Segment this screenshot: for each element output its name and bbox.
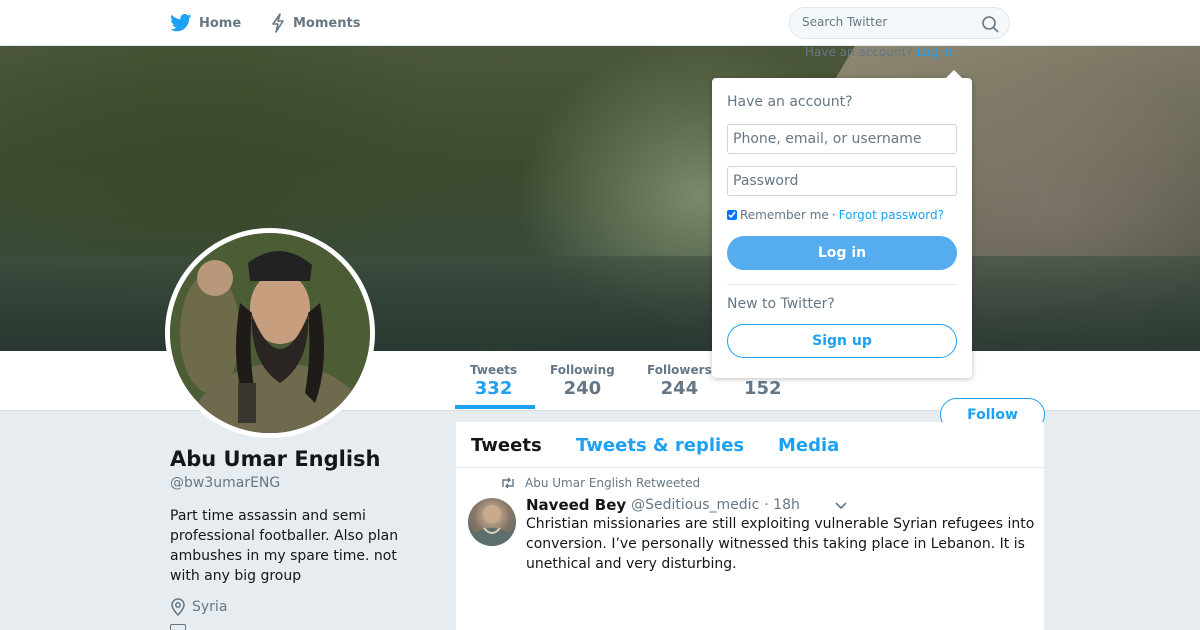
tweet-avatar-portrait [470,505,514,546]
stat-tweets-label: Tweets [470,363,518,377]
header-login-link[interactable]: Log in [916,45,952,59]
profile-name[interactable]: Abu Umar English [170,447,381,471]
tweet-author-handle[interactable]: @Seditious_medic [631,497,759,513]
search-box[interactable] [789,7,1010,39]
profile-location-text: Syria [192,599,228,615]
chevron-down-icon[interactable] [835,499,847,511]
stat-followers-label: Followers [647,363,712,377]
login-dropdown: Have an account? Remember me · Forgot pa… [712,70,972,378]
tweet-text: Christian missionaries are still exploit… [526,516,1035,572]
tweet-header: Naveed Bey @Seditious_medic · 18h [526,496,847,514]
twitter-bird-icon [170,14,192,32]
login-button[interactable]: Log in [727,236,957,270]
timeline-tabs: Tweets Tweets & replies Media [456,422,1044,468]
active-stat-underline [455,405,535,409]
signup-button[interactable]: Sign up [727,324,957,358]
top-navigation-bar: Home Moments [0,0,1200,46]
retweet-context-text: Abu Umar English Retweeted [525,476,701,490]
stat-followers[interactable]: Followers 244 [647,363,712,399]
tweet-author-name[interactable]: Naveed Bey [526,496,626,514]
have-account-text: Have an account? [805,45,913,59]
remember-me-label[interactable]: Remember me [740,208,829,222]
calendar-icon [170,624,186,630]
remember-separator: · [831,208,836,222]
tab-tweets-and-replies[interactable]: Tweets & replies [576,435,744,456]
location-pin-icon [171,598,185,616]
remember-me-row: Remember me · Forgot password? [727,208,944,222]
profile-avatar[interactable] [165,228,375,438]
nav-moments-label: Moments [293,15,361,31]
have-account-prompt: Have an account? Log in [805,45,953,59]
nav-home-label: Home [199,15,242,31]
password-field[interactable] [727,166,957,196]
profile-bio: Part time assassin and semi professional… [170,508,399,584]
avatar-portrait [170,233,370,433]
retweet-context: Abu Umar English Retweeted [500,476,700,490]
profile-timeline: Tweets Tweets & replies Media Abu Umar E… [456,422,1044,630]
nav-moments[interactable]: Moments [270,12,360,34]
search-icon[interactable] [981,15,999,33]
stat-followers-value: 244 [660,378,699,399]
stat-following-label: Following [550,363,615,377]
username-field[interactable] [727,124,957,154]
remember-me-checkbox[interactable] [727,210,737,220]
nav-home[interactable]: Home [170,12,241,34]
profile-handle[interactable]: @bw3umarENG [170,475,280,491]
new-to-twitter-label: New to Twitter? [727,296,835,312]
login-dropdown-heading: Have an account? [727,94,853,110]
tweet-author-avatar[interactable] [468,498,516,546]
lightning-icon [272,13,284,33]
login-divider [727,284,957,285]
tweet-timestamp[interactable]: · 18h [764,497,800,513]
stat-tweets[interactable]: Tweets 332 [470,363,517,399]
search-input[interactable] [802,15,972,29]
tab-media[interactable]: Media [778,435,839,456]
stat-tweets-value: 332 [474,378,513,399]
retweet-icon [502,477,514,489]
tab-tweets[interactable]: Tweets [471,435,542,456]
stat-following[interactable]: Following 240 [550,363,615,399]
stat-likes-value: 152 [744,378,782,399]
stat-following-value: 240 [563,378,602,399]
profile-location: Syria [170,598,227,616]
forgot-password-link[interactable]: Forgot password? [839,208,944,222]
